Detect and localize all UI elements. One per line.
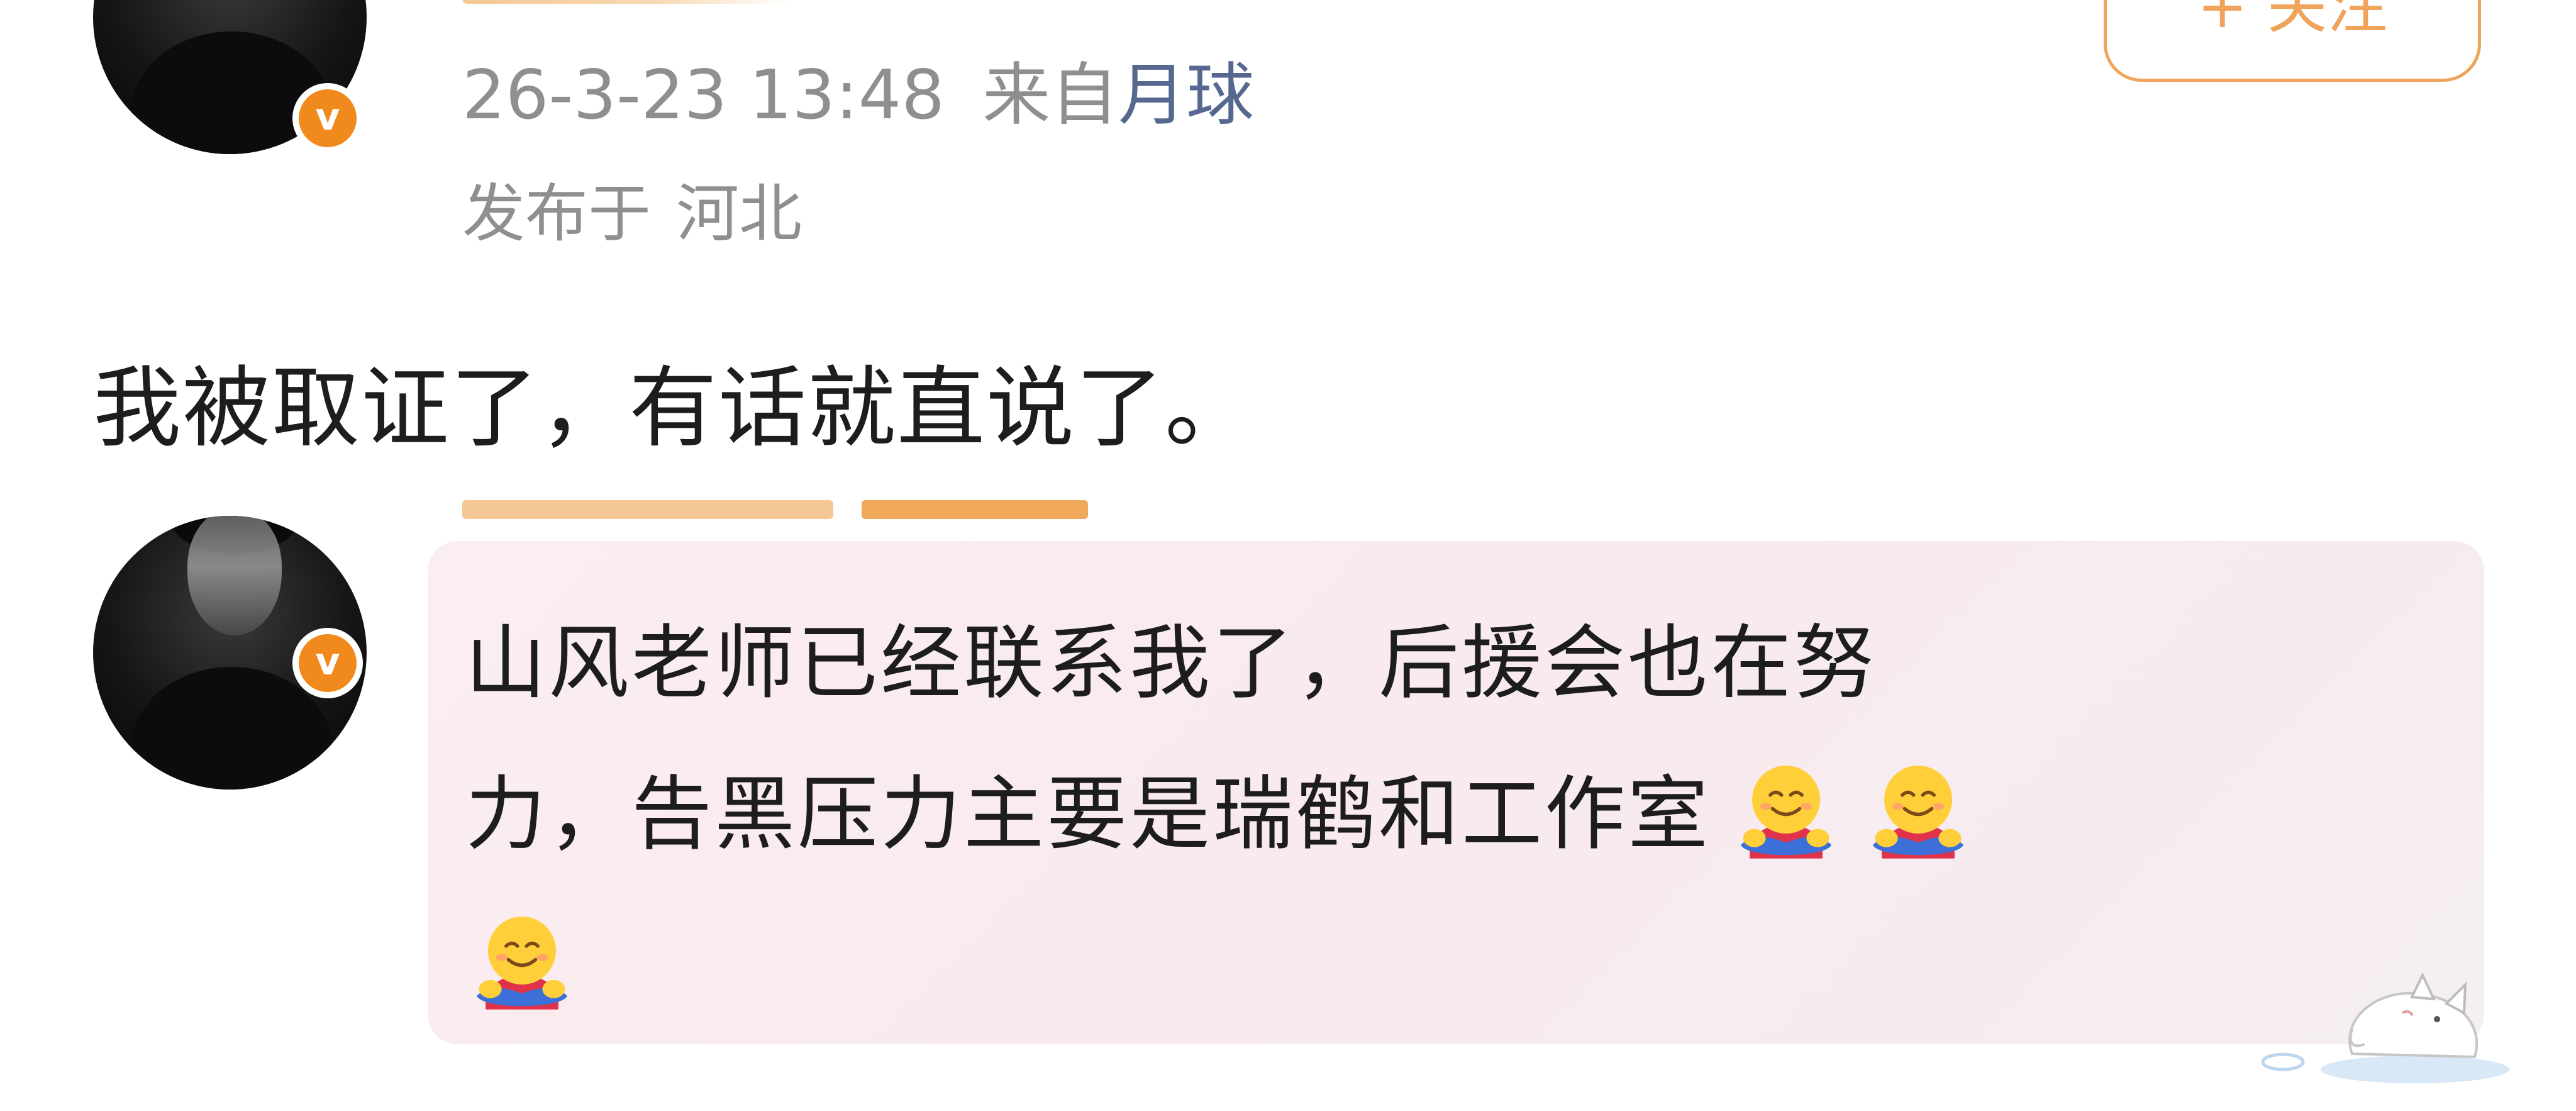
post-meta: 26-3-23 13:48 来自月球 <box>462 58 1254 133</box>
follow-button[interactable]: + 关注 <box>2104 0 2481 82</box>
hug-emoji-icon <box>1873 765 1964 859</box>
reply-text: 山风老师已经联系我了，后援会也在努 力，告黑压力主要是瑞鹤和工作室 <box>465 588 2428 1041</box>
source-link[interactable]: 月球 <box>1118 56 1254 135</box>
post-location: 发布于 河北 <box>462 176 802 252</box>
post-text: 我被取证了，有话就直说了。 <box>93 357 1255 460</box>
screenshot-stage: v + 关注 26-3-23 13:48 来自月球 发布于 河北 我被取证了，有话就… <box>0 0 2576 1111</box>
post-timestamp: 26-3-23 13:48 <box>462 56 945 135</box>
location-value: 河北 <box>676 177 802 250</box>
emoji-inline-slot <box>1711 765 1975 861</box>
reply-line-1: 山风老师已经联系我了，后援会也在努 <box>465 617 1877 710</box>
cat-sticker-icon <box>2261 972 2509 1083</box>
avatar-face <box>187 516 282 635</box>
emoji-wrap-slot <box>465 890 2428 1041</box>
verified-badge-icon: v <box>292 628 363 698</box>
hug-emoji-icon <box>477 916 567 1010</box>
reply-line-2: 力，告黑压力主要是瑞鹤和工作室 <box>465 739 2428 890</box>
reply-line-2-text: 力，告黑压力主要是瑞鹤和工作室 <box>465 768 1711 861</box>
reply-username-badge-remnant <box>862 500 1088 519</box>
username-remnant <box>462 0 789 4</box>
reply-username-remnant <box>462 500 833 519</box>
source-prefix: 来自 <box>982 56 1119 135</box>
follow-button-label: + 关注 <box>2197 0 2388 42</box>
verified-badge-icon: v <box>292 83 363 154</box>
hug-emoji-icon <box>1741 765 1832 859</box>
location-prefix: 发布于 <box>462 177 651 250</box>
